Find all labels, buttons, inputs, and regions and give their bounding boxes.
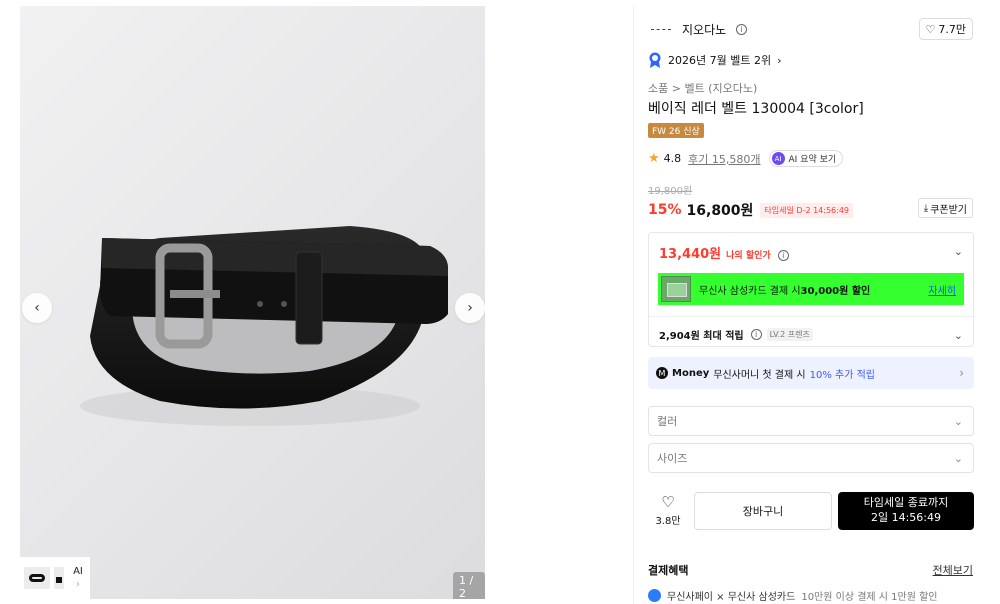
level-badge: LV.2 프렌즈 [766, 328, 813, 341]
size-select[interactable]: 사이즈 ⌄ [648, 443, 974, 473]
rating-row: ★ 4.8 후기 15,580개 AI AI 요약 보기 [648, 150, 844, 167]
price-row: 15% 16,800원 타임세일 D-2 14:56:49 [648, 200, 854, 220]
payment-benefits-title: 결제혜택 [648, 564, 689, 577]
brand-logo[interactable] [648, 18, 674, 40]
new-season-badge: FW 26 신상 [648, 123, 704, 138]
buy-line1: 타임세일 종료까지 [863, 496, 949, 510]
color-select[interactable]: 컬러 ⌄ [648, 406, 974, 436]
my-price-label: 나의 할인가 [726, 251, 771, 261]
image-counter: 1 / 2 [453, 572, 485, 599]
original-price: 19,800원 [648, 186, 693, 197]
my-discount-price[interactable]: 13,440원 나의 할인가 i [659, 243, 789, 262]
brand-row[interactable]: 지오다노 i [648, 18, 748, 40]
chevron-right-icon: › [76, 579, 80, 590]
buy-line2: 2일 14:56:49 [870, 511, 942, 524]
ranking-badge-icon [649, 52, 661, 68]
chevron-down-icon[interactable]: ⌄ [954, 245, 963, 258]
brand-like-count: 7.7만 [938, 23, 966, 36]
coupon-label: 쿠폰받기 [930, 204, 967, 216]
size-select-placeholder: 사이즈 [657, 452, 688, 465]
prev-image-button[interactable]: ‹ [22, 293, 52, 323]
chevron-down-icon[interactable]: ⌄ [954, 329, 963, 342]
action-row: ♡ 3.8만 장바구니 타임세일 종료까지 2일 14:56:49 [648, 492, 974, 530]
breadcrumb[interactable]: 소품 > 벨트 (지오다노) [648, 80, 757, 96]
card-text-bold: 30,000원 할인 [800, 285, 871, 297]
musinsa-money-banner[interactable]: M Money 무신사머니 첫 결제 시 10% 추가 적립 › [648, 357, 974, 389]
buy-now-button[interactable]: 타임세일 종료까지 2일 14:56:49 [838, 492, 974, 530]
product-title: 베이직 레더 벨트 130004 [3color] [648, 101, 864, 117]
card-text-prefix: 무신사 삼성카드 결제 시 [699, 285, 801, 297]
payment-benefits-see-all[interactable]: 전체보기 [933, 562, 973, 578]
ai-label: AI [73, 566, 83, 577]
card-discount-banner[interactable]: 무신사 삼성카드 결제 시 30,000원 할인 자세히 [658, 273, 964, 305]
brand-name[interactable]: 지오다노 [682, 21, 726, 38]
money-highlight: 10% 추가 적립 [809, 369, 875, 381]
add-to-cart-button[interactable]: 장바구니 [694, 492, 832, 530]
rating-value: 4.8 [663, 152, 682, 165]
info-icon[interactable]: i [736, 23, 748, 35]
coupon-button[interactable]: ⤓ 쿠폰받기 [917, 198, 973, 218]
chevron-down-icon: ⌄ [953, 452, 963, 465]
money-brand: Money [672, 367, 710, 379]
thumbnail-1[interactable] [24, 567, 50, 589]
money-m-icon: M [656, 367, 668, 379]
ai-icon: AI [771, 152, 785, 165]
timesale-badge: 타임세일 D-2 14:56:49 [760, 202, 854, 218]
musinsa-pay-icon [648, 589, 661, 602]
info-icon[interactable]: i [750, 329, 762, 340]
download-icon: ⤓ [923, 202, 929, 214]
payment-benefit-row[interactable]: 무신사페이 × 무신사 삼성카드 10만원 이상 결제 시 1만원 할인 [648, 588, 938, 603]
info-icon[interactable]: i [777, 250, 789, 261]
brand-like-button[interactable]: ♡ 7.7만 [918, 18, 973, 40]
heart-icon: ♡ [661, 493, 675, 511]
ranking-link[interactable]: 2026년 7월 벨트 2위 › [648, 52, 782, 68]
next-image-button[interactable]: › [455, 293, 485, 323]
wishlist-button[interactable]: ♡ 3.8만 [648, 492, 688, 530]
ai-thumbnail-button[interactable]: AI › [66, 557, 90, 599]
my-price-value: 13,440원 [659, 247, 722, 262]
payment-row-muted: 10만원 이상 결제 시 1만원 할인 [801, 592, 938, 603]
chevron-down-icon: ⌄ [953, 415, 963, 428]
discount-rate: 15% [648, 202, 682, 218]
card-detail-link[interactable]: 자세히 [928, 282, 956, 297]
review-count-link[interactable]: 후기 15,580개 [688, 151, 760, 167]
payment-row-main: 무신사페이 × 무신사 삼성카드 [667, 592, 796, 603]
divider [649, 316, 973, 317]
belt-product-image [80, 226, 448, 426]
card-image [661, 276, 691, 302]
points-text: 2,904원 최대 적립 [659, 331, 744, 342]
points-row[interactable]: 2,904원 최대 적립 i LV.2 프렌즈 [659, 327, 813, 342]
benefit-box: 13,440원 나의 할인가 i ⌄ 무신사 삼성카드 결제 시 30,000원… [648, 232, 974, 347]
wishlist-count: 3.8만 [655, 516, 681, 527]
ai-summary-button[interactable]: AI AI 요약 보기 [768, 150, 844, 167]
star-icon: ★ [648, 151, 660, 166]
sale-price: 16,800원 [686, 203, 754, 219]
money-text: 무신사머니 첫 결제 시 [713, 369, 806, 381]
ai-summary-label: AI 요약 보기 [788, 155, 837, 165]
thumbnail-2[interactable] [54, 567, 64, 589]
chevron-left-icon: ‹ [34, 300, 40, 316]
chevron-right-icon: › [777, 53, 782, 67]
product-info-panel: 지오다노 i ♡ 7.7만 2026년 7월 벨트 2위 › 소품 > 벨트 (… [633, 6, 985, 604]
ranking-text: 2026년 7월 벨트 2위 [668, 54, 772, 67]
chevron-right-icon: › [467, 300, 473, 316]
chevron-right-icon: › [959, 366, 964, 380]
heart-icon: ♡ [925, 22, 936, 36]
color-select-placeholder: 컬러 [657, 415, 678, 428]
product-image-gallery[interactable]: ‹ › AI › 1 / 2 ⤢ [20, 6, 485, 599]
